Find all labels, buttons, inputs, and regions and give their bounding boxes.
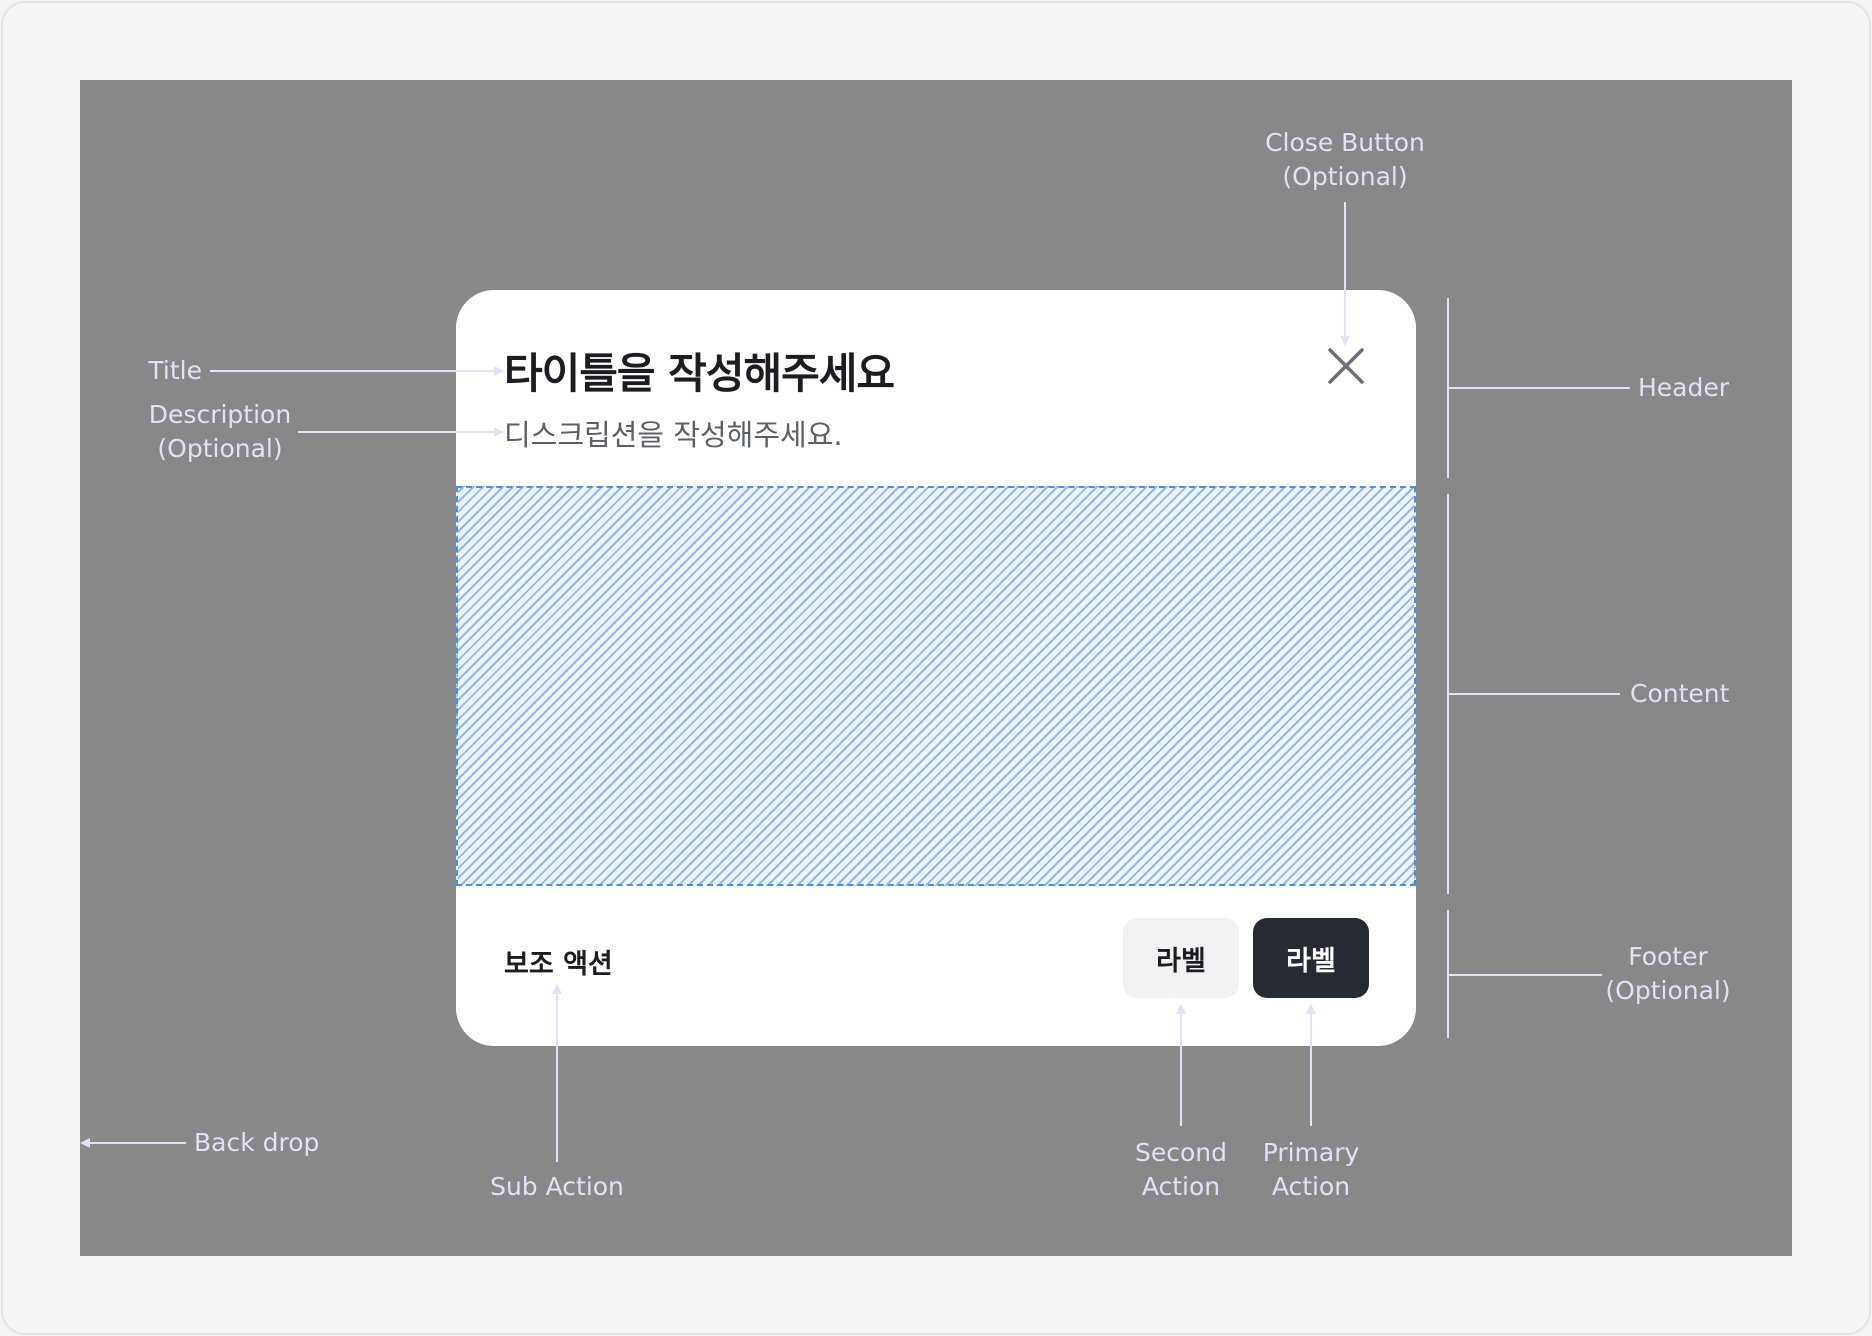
annotation-primary-line2: Action — [1271, 1172, 1351, 1201]
annotation-second-line1: Second — [1134, 1138, 1227, 1167]
annotation-header: Header — [1638, 373, 1730, 402]
annotation-footer: Footer (Optional) — [1600, 940, 1736, 1008]
annotation-primary-line1: Primary — [1262, 1138, 1360, 1167]
annotation-sub-action: Sub Action — [490, 1172, 624, 1201]
annotation-content: Content — [1630, 679, 1730, 708]
annotation-description: Description (Optional) — [140, 398, 300, 466]
annotation-close-button: Close Button (Optional) — [1250, 126, 1440, 194]
annotation-footer-line1: Footer — [1628, 942, 1708, 971]
annotation-primary-action: Primary Action — [1251, 1136, 1371, 1204]
annotation-close-line2: (Optional) — [1282, 162, 1408, 191]
annotation-description-line1: Description — [148, 400, 292, 429]
annotation-description-line2: (Optional) — [157, 434, 283, 463]
annotation-footer-line2: (Optional) — [1605, 976, 1731, 1005]
annotation-title: Title — [148, 356, 202, 385]
annotation-backdrop: Back drop — [194, 1128, 320, 1157]
annotation-second-line2: Action — [1141, 1172, 1221, 1201]
annotation-second-action: Second Action — [1121, 1136, 1241, 1204]
annotation-close-line1: Close Button — [1265, 128, 1425, 157]
